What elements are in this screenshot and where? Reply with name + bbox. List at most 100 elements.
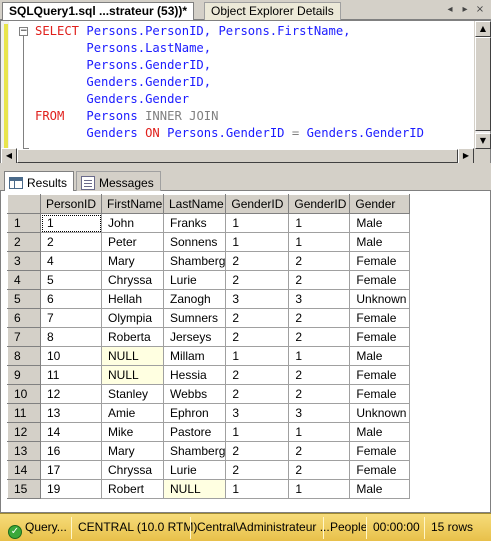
cell-lastname[interactable]: Pastore (162, 422, 227, 442)
row-number-cell[interactable]: 6 (7, 308, 41, 328)
cell-gender[interactable]: Female (349, 441, 411, 461)
row-number-cell[interactable]: 14 (7, 460, 41, 480)
table-row[interactable]: 8 10 NULL Millam 1 1 Male (7, 346, 411, 366)
table-row[interactable]: 14 17 Chryssa Lurie 2 2 Female (7, 460, 411, 480)
query-editor[interactable]: − SELECT Persons.PersonID, Persons.First… (0, 20, 491, 164)
cell-firstname[interactable]: Mary (101, 251, 164, 271)
column-header-genderid-2[interactable]: GenderID (288, 194, 351, 214)
scroll-right-icon[interactable]: ▶ (458, 148, 474, 164)
cell-firstname[interactable]: Chryssa (101, 270, 164, 290)
row-number-cell[interactable]: 15 (7, 479, 41, 499)
cell-firstname[interactable]: Mary (101, 441, 164, 461)
cell-genderid[interactable]: 2 (225, 327, 290, 347)
row-number-cell[interactable]: 12 (7, 422, 41, 442)
table-row[interactable]: 5 6 Hellah Zanogh 3 3 Unknown (7, 289, 411, 309)
table-row[interactable]: 3 4 Mary Shamberg 2 2 Female (7, 251, 411, 271)
cell-genderid-2[interactable]: 2 (288, 251, 351, 271)
tab-messages[interactable]: Messages (76, 171, 161, 191)
cell-gender[interactable]: Male (349, 213, 411, 233)
cell-lastname[interactable]: Sumners (162, 308, 227, 328)
cell-genderid[interactable]: 2 (225, 251, 290, 271)
vertical-scroll-thumb[interactable] (475, 37, 491, 131)
cell-genderid[interactable]: 2 (225, 308, 290, 328)
row-number-cell[interactable]: 5 (7, 289, 41, 309)
cell-lastname[interactable]: Zanogh (162, 289, 227, 309)
cell-lastname[interactable]: Jerseys (162, 327, 227, 347)
table-row[interactable]: 11 13 Amie Ephron 3 3 Unknown (7, 403, 411, 423)
row-number-cell[interactable]: 9 (7, 365, 41, 385)
cell-genderid[interactable]: 3 (225, 403, 290, 423)
cell-firstname[interactable]: Roberta (101, 327, 164, 347)
cell-personid[interactable]: 5 (40, 270, 102, 290)
cell-firstname[interactable]: Hellah (101, 289, 164, 309)
cell-genderid[interactable]: 2 (225, 270, 290, 290)
cell-genderid-2[interactable]: 2 (288, 327, 351, 347)
cell-personid[interactable]: 1 (40, 213, 102, 233)
row-number-cell[interactable]: 2 (7, 232, 41, 252)
table-row[interactable]: 7 8 Roberta Jerseys 2 2 Female (7, 327, 411, 347)
collapse-outline-icon[interactable]: − (19, 27, 28, 36)
scroll-tabs-left-icon[interactable]: ◂ (443, 3, 457, 17)
table-row[interactable]: 6 7 Olympia Sumners 2 2 Female (7, 308, 411, 328)
column-header-personid[interactable]: PersonID (40, 194, 102, 214)
cell-firstname[interactable]: Peter (101, 232, 164, 252)
table-row[interactable]: 13 16 Mary Shamberg 2 2 Female (7, 441, 411, 461)
cell-genderid-2[interactable]: 2 (288, 460, 351, 480)
cell-genderid-2[interactable]: 1 (288, 346, 351, 366)
cell-genderid[interactable]: 1 (225, 232, 290, 252)
row-number-cell[interactable]: 10 (7, 384, 41, 404)
cell-firstname[interactable]: Olympia (101, 308, 164, 328)
cell-personid[interactable]: 4 (40, 251, 102, 271)
table-row[interactable]: 4 5 Chryssa Lurie 2 2 Female (7, 270, 411, 290)
cell-genderid-2[interactable]: 3 (288, 289, 351, 309)
cell-firstname[interactable]: Stanley (101, 384, 164, 404)
cell-gender[interactable]: Female (349, 270, 411, 290)
cell-firstname[interactable]: NULL (101, 346, 164, 366)
cell-genderid-2[interactable]: 1 (288, 213, 351, 233)
table-row[interactable]: 2 2 Peter Sonnens 1 1 Male (7, 232, 411, 252)
cell-personid[interactable]: 6 (40, 289, 102, 309)
cell-firstname[interactable]: Amie (101, 403, 164, 423)
cell-lastname[interactable]: Shamberg (162, 441, 227, 461)
column-header-rownum[interactable] (7, 194, 41, 214)
cell-firstname[interactable]: Chryssa (101, 460, 164, 480)
cell-firstname[interactable]: Mike (101, 422, 164, 442)
cell-lastname[interactable]: Lurie (162, 270, 227, 290)
cell-genderid-2[interactable]: 2 (288, 384, 351, 404)
cell-personid[interactable]: 13 (40, 403, 102, 423)
cell-lastname[interactable]: Hessia (162, 365, 227, 385)
cell-lastname[interactable]: NULL (162, 479, 227, 499)
cell-gender[interactable]: Female (349, 365, 411, 385)
table-row[interactable]: 1 1 John Franks 1 1 Male (7, 213, 411, 233)
cell-genderid-2[interactable]: 2 (288, 270, 351, 290)
cell-genderid[interactable]: 1 (225, 346, 290, 366)
cell-gender[interactable]: Female (349, 460, 411, 480)
editor-vertical-scrollbar[interactable]: ▲ ▼ (474, 21, 491, 149)
cell-lastname[interactable]: Webbs (162, 384, 227, 404)
scroll-down-icon[interactable]: ▼ (475, 133, 491, 149)
results-grid[interactable]: PersonID FirstName LastName GenderID Gen… (0, 191, 491, 513)
close-tab-icon[interactable]: × (473, 3, 487, 17)
cell-personid[interactable]: 17 (40, 460, 102, 480)
cell-genderid[interactable]: 2 (225, 460, 290, 480)
cell-lastname[interactable]: Shamberg (162, 251, 227, 271)
cell-gender[interactable]: Female (349, 327, 411, 347)
tab-object-explorer-details[interactable]: Object Explorer Details (204, 2, 341, 20)
cell-gender[interactable]: Male (349, 479, 411, 499)
row-number-cell[interactable]: 3 (7, 251, 41, 271)
cell-genderid-2[interactable]: 3 (288, 403, 351, 423)
cell-gender[interactable]: Male (349, 232, 411, 252)
cell-personid[interactable]: 10 (40, 346, 102, 366)
cell-genderid[interactable]: 2 (225, 365, 290, 385)
cell-lastname[interactable]: Ephron (162, 403, 227, 423)
cell-genderid-2[interactable]: 1 (288, 422, 351, 442)
cell-lastname[interactable]: Lurie (162, 460, 227, 480)
cell-personid[interactable]: 2 (40, 232, 102, 252)
cell-gender[interactable]: Female (349, 384, 411, 404)
cell-personid[interactable]: 7 (40, 308, 102, 328)
table-row[interactable]: 12 14 Mike Pastore 1 1 Male (7, 422, 411, 442)
cell-gender[interactable]: Female (349, 251, 411, 271)
cell-personid[interactable]: 16 (40, 441, 102, 461)
cell-genderid-2[interactable]: 2 (288, 441, 351, 461)
column-header-gender[interactable]: Gender (349, 194, 411, 214)
